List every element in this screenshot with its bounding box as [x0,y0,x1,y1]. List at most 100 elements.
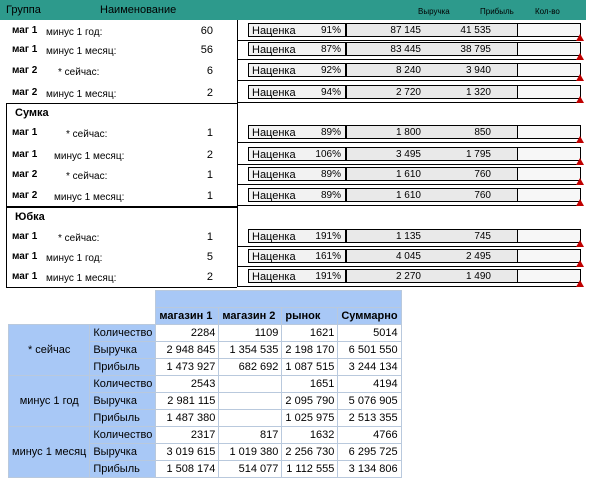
pivot-value: 6 295 725 [337,443,402,461]
row-divider [237,184,581,185]
values-cell: 1 610 760 [346,167,518,181]
revenue-value: 1 800 [395,127,421,138]
pivot-blank [9,291,156,325]
pivot-value: 2 513 355 [337,409,402,427]
profit-value: 3 940 [465,65,491,76]
pivot-measure: Количество [89,375,157,393]
pivot-top-row [9,290,402,308]
row-qty: 1 [206,190,213,202]
markup-label: Наценка [252,271,296,283]
marker-triangle-icon [576,178,584,185]
pivot-row: * сейчас Количество 2284 1109 1621 5014 [7,324,402,376]
markup-cell: Наценка 94% [248,85,346,99]
pivot-measure: Выручка [89,443,157,461]
markup-cell: Наценка 87% [248,42,346,56]
row-group: маг 2 [12,190,38,201]
pivot-measure: Количество [89,426,157,444]
row-divider [237,246,581,247]
profit-value: 850 [474,127,491,138]
pivot-measure: Прибыль [89,460,157,478]
markup-label: Наценка [252,169,296,181]
row-divider [237,102,581,103]
profit-value: 38 795 [460,44,491,55]
row-qty: 1 [206,231,213,243]
pivot-row: минус 1 год Количество 2543 1651 4194 [7,375,402,427]
markup-percent: 89% [320,169,341,180]
marker-triangle-icon [576,158,584,165]
row-divider [237,80,581,81]
count-cell [517,85,581,99]
profit-value: 1 490 [465,271,491,282]
pivot-column-header: магазин 2 [218,307,283,325]
row-group: маг 1 [12,44,38,55]
pivot-value: 2284 [155,324,220,342]
row-qty: 5 [206,251,213,263]
markup-label: Наценка [252,149,296,161]
revenue-value: 87 145 [390,25,421,36]
profit-value: 41 535 [460,25,491,36]
pivot-row-group: минус 1 год [7,375,91,427]
pivot-value: 3 134 806 [337,460,402,478]
pivot-value: 1 019 380 [218,443,283,461]
row-qty: 1 [206,169,213,181]
markup-label: Наценка [252,65,296,77]
pivot-value: 1 087 515 [281,358,339,376]
row-qty: 60 [200,25,213,37]
row-group: маг 2 [12,87,38,98]
row-group: маг 1 [12,271,38,282]
values-cell: 2 720 1 320 [346,85,518,99]
row-group: маг 2 [12,169,38,180]
profit-value: 1 795 [465,149,491,160]
markup-label: Наценка [252,44,296,56]
pivot-value: 2 981 115 [155,392,220,410]
row-divider [237,205,581,206]
pivot-value [218,375,283,393]
pivot-value: 1 508 174 [155,460,220,478]
row-qty: 1 [206,127,213,139]
values-cell: 1 610 760 [346,188,518,202]
row-name: минус 1 месяц: [54,151,125,162]
pivot-column-header: Суммарно [337,307,402,325]
markup-percent: 87% [320,44,341,55]
markup-cell: Наценка 91% [248,23,346,37]
count-cell [517,125,581,139]
markup-percent: 89% [320,127,341,138]
row-name: * сейчас: [66,171,108,182]
row-name: минус 1 год: [46,253,103,264]
row-group: маг 1 [12,231,38,242]
pivot-value: 1 112 555 [281,460,339,478]
row-qty: 2 [206,149,213,161]
header-count: Кол-во [535,7,560,16]
pivot-value: 2317 [155,426,220,444]
pivot-value: 682 692 [218,358,283,376]
pivot-value: 6 501 550 [337,341,402,359]
pivot-top-header [155,290,402,308]
header-profit: Прибыль [480,7,514,16]
profit-value: 760 [474,169,491,180]
profit-value: 745 [474,231,491,242]
markup-percent: 91% [320,25,341,36]
pivot-value: 5 076 905 [337,392,402,410]
pivot-measure: Выручка [89,392,157,410]
pivot-measure: Выручка [89,341,157,359]
markup-percent: 92% [320,65,341,76]
row-name: минус 1 месяц: [54,192,125,203]
revenue-value: 2 720 [395,87,421,98]
pivot-row: минус 1 месяц Количество 2317 817 1632 4766 [7,426,402,478]
row-group: маг 1 [12,251,38,262]
marker-triangle-icon [576,240,584,247]
row-name: * сейчас: [58,67,100,78]
marker-triangle-icon [576,53,584,60]
pivot-column-header: рынок [281,307,339,325]
row-name: минус 1 год: [46,27,103,38]
report-header: Группа Наименование Выручка Прибыль Кол-… [0,0,586,20]
values-cell: 8 240 3 940 [346,63,518,77]
pivot-measure: Количество [89,324,157,342]
row-group: маг 1 [12,149,38,160]
markup-percent: 161% [315,251,341,262]
row-qty: 56 [200,44,213,56]
pivot-value: 1 025 975 [281,409,339,427]
row-name: * сейчас: [66,129,108,140]
markup-cell: Наценка 89% [248,125,346,139]
row-name: минус 1 месяц: [46,273,117,284]
